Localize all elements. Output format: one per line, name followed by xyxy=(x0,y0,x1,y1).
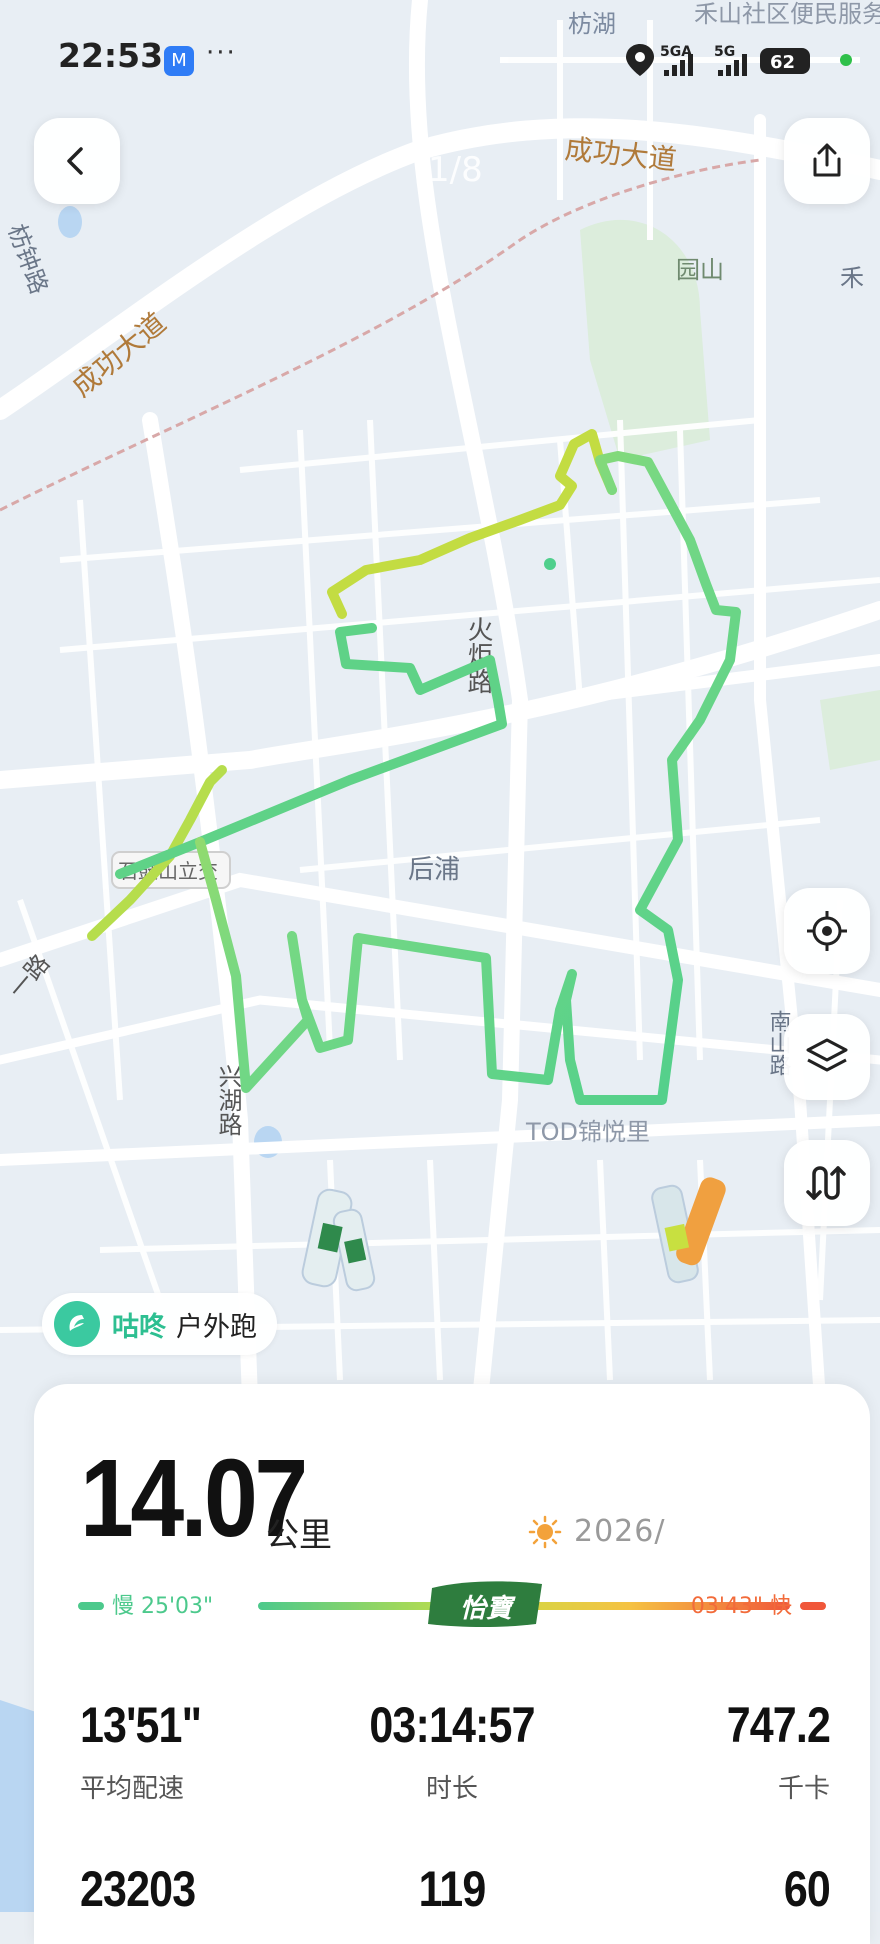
avg-pace-value: 13'51" xyxy=(80,1697,202,1753)
pace-range-bar: 慢 25'03" 03'43" 快 怡寶 xyxy=(78,1578,826,1638)
map-label-tod: TOD锦悦里 xyxy=(525,1118,650,1146)
map-label-he: 禾 xyxy=(840,264,864,292)
stat-stride: 60 xyxy=(570,1861,831,1917)
route-icon xyxy=(806,1166,846,1200)
stat-steps: 23203 xyxy=(80,1864,214,1914)
locate-button[interactable] xyxy=(784,888,870,974)
status-indicators: 5GA 5G 62 xyxy=(626,44,852,76)
calories-label: 千卡 xyxy=(777,1774,830,1804)
layers-icon xyxy=(806,1038,848,1072)
sun-icon xyxy=(528,1515,562,1548)
status-bar: 22:53 M ··· 5GA 5G 62 xyxy=(0,0,880,120)
status-time: 22:53 xyxy=(58,36,164,75)
share-button[interactable] xyxy=(784,118,870,204)
map-label-houpu: 后浦 xyxy=(408,855,460,885)
brand-name: 咕咚 xyxy=(112,1311,166,1343)
stride-value: 60 xyxy=(783,1861,831,1917)
pace-fastest: 03'43" 快 xyxy=(690,1594,792,1619)
duration-value: 03:14:57 xyxy=(369,1697,535,1753)
map-label-huoju: 火炬路 xyxy=(463,616,493,694)
map-label-yuanshan: 园山 xyxy=(676,256,724,284)
back-button[interactable] xyxy=(34,118,120,204)
avg-pace-label: 平均配速 xyxy=(80,1774,185,1804)
back-icon xyxy=(67,147,83,175)
charging-dot-icon xyxy=(840,54,852,66)
stat-duration: 03:14:57 时长 xyxy=(302,1700,602,1805)
steps-value: 23203 xyxy=(80,1861,196,1917)
sponsor-name: 怡寶 xyxy=(459,1594,512,1624)
distance-unit: 公里 xyxy=(266,1515,332,1554)
status-more-icon: ··· xyxy=(206,38,237,68)
run-summary-card: 14.07 公里 2026/ 慢 25'03" 03'43" 快 怡寶 13'5… xyxy=(34,1384,870,1944)
run-date: 2026/ xyxy=(574,1514,666,1549)
route-replay-button[interactable] xyxy=(784,1140,870,1226)
calories-value: 747.2 xyxy=(726,1697,831,1753)
activity-type: 户外跑 xyxy=(176,1311,257,1343)
duration-label: 时长 xyxy=(425,1774,478,1804)
network-1-label: 5GA xyxy=(660,44,692,60)
share-icon xyxy=(813,143,841,177)
battery-level: 62 xyxy=(770,52,795,73)
locate-icon xyxy=(807,911,847,951)
codoon-logo-icon xyxy=(54,1301,100,1347)
weather-date: 2026/ xyxy=(528,1514,665,1549)
cadence-value: 119 xyxy=(418,1861,487,1917)
map-label-xinghu: 兴湖路 xyxy=(214,1064,242,1136)
stat-cadence: 119 xyxy=(302,1864,602,1914)
map-layers-button[interactable] xyxy=(784,1014,870,1100)
network-2-label: 5G xyxy=(714,44,735,60)
notification-app-icon: M xyxy=(164,46,194,76)
app-brand-badge: 咕咚 户外跑 xyxy=(42,1293,277,1355)
stat-avg-pace: 13'51" 平均配速 xyxy=(80,1700,221,1805)
photo-page-counter: 1/8 xyxy=(428,150,483,190)
pace-slowest: 慢 25'03" xyxy=(112,1594,214,1619)
stat-calories: 747.2 千卡 xyxy=(570,1697,831,1805)
